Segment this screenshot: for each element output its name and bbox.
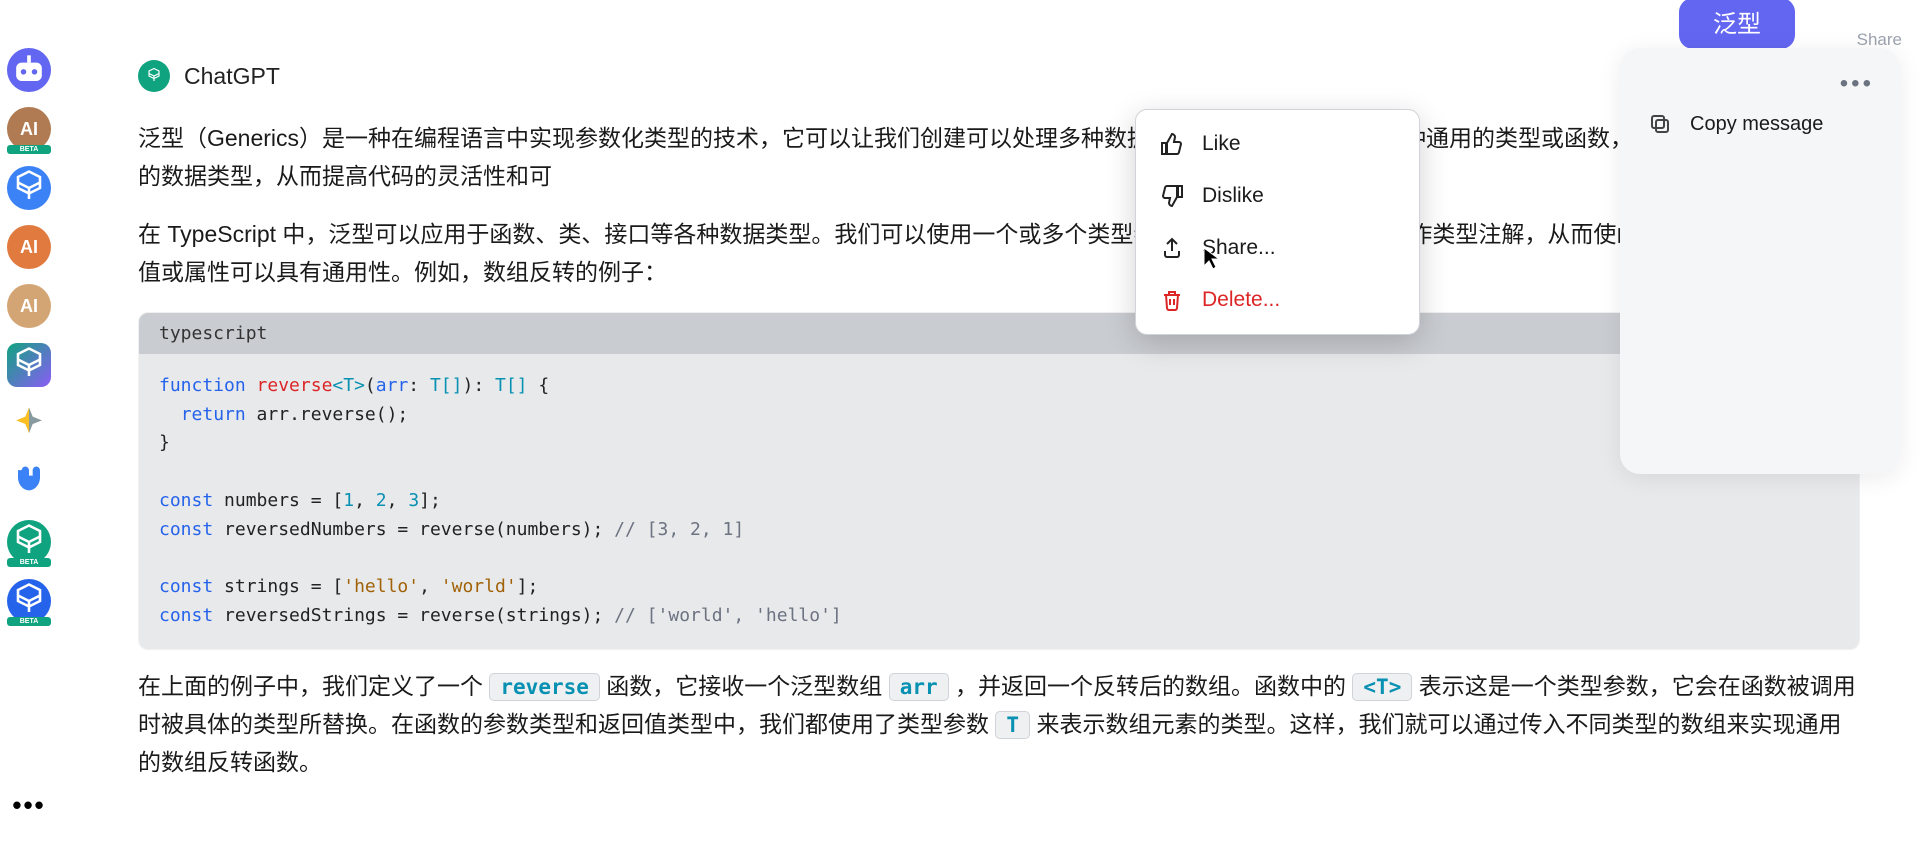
app-rail: AI BETA AI AI BETA BETA ••• (0, 0, 58, 857)
more-actions-button[interactable]: ••• (1620, 66, 1900, 104)
inline-code: <T> (1352, 673, 1412, 701)
rail-openai-green[interactable]: BETA (7, 520, 51, 564)
message-actions-panel: ••• Copy message (1620, 48, 1900, 474)
rail-llama-icon[interactable] (7, 461, 51, 505)
inline-code: arr (889, 673, 949, 701)
trash-icon (1160, 288, 1184, 312)
sender-avatar (138, 60, 170, 92)
copy-message-button[interactable]: Copy message (1620, 104, 1900, 144)
rail-openai-gradient[interactable] (7, 343, 51, 387)
code-body: function reverse<T>(arr: T[]): T[] { ret… (139, 354, 1859, 649)
rail-openai-blue2[interactable]: BETA (7, 579, 51, 623)
rail-openai-blue[interactable] (7, 166, 51, 210)
copy-icon (1648, 112, 1672, 136)
rail-flower-icon[interactable] (7, 402, 51, 446)
rail-ai-orange[interactable]: AI (7, 225, 51, 269)
rail-ai-brown[interactable]: AI BETA (7, 107, 51, 151)
llama-icon (7, 461, 51, 505)
inline-code: T (995, 711, 1030, 739)
rail-ai-tan[interactable]: AI (7, 284, 51, 328)
code-header: typescript Copy (139, 313, 1859, 354)
robot-icon (7, 48, 51, 92)
inline-code: reverse (489, 673, 600, 701)
context-menu: Like Dislike Share... Delete... (1135, 109, 1420, 335)
code-block: typescript Copy function reverse<T>(arr:… (138, 312, 1860, 650)
rail-more-button[interactable]: ••• (7, 783, 51, 827)
main-area: 泛型 Share ChatGPT 泛型（Generics）是一种在编程语言中实现… (58, 0, 1920, 857)
menu-share[interactable]: Share... (1136, 222, 1419, 274)
share-icon (1160, 236, 1184, 260)
topic-pill[interactable]: 泛型 (1679, 0, 1795, 49)
share-link[interactable]: Share (1857, 30, 1902, 50)
message-body: 泛型（Generics）是一种在编程语言中实现参数化类型的技术，它可以让我们创建… (138, 120, 1860, 782)
menu-dislike[interactable]: Dislike (1136, 170, 1419, 222)
message-sender: ChatGPT (138, 60, 1860, 92)
menu-delete[interactable]: Delete... (1136, 274, 1419, 326)
sparkle-icon (7, 402, 51, 446)
message-content: ChatGPT 泛型（Generics）是一种在编程语言中实现参数化类型的技术，… (138, 60, 1860, 857)
openai-icon (7, 343, 51, 387)
rail-bot-icon[interactable] (7, 48, 51, 92)
paragraph: 泛型（Generics）是一种在编程语言中实现参数化类型的技术，它可以让我们创建… (138, 120, 1860, 196)
sender-name: ChatGPT (184, 63, 280, 90)
menu-like[interactable]: Like (1136, 118, 1419, 170)
openai-icon (144, 66, 164, 86)
thumb-up-icon (1160, 132, 1184, 156)
thumb-down-icon (1160, 184, 1184, 208)
paragraph: 在 TypeScript 中，泛型可以应用于函数、类、接口等各种数据类型。我们可… (138, 216, 1860, 292)
openai-icon (7, 166, 51, 210)
paragraph: 在上面的例子中，我们定义了一个 reverse 函数，它接收一个泛型数组 arr… (138, 668, 1860, 782)
code-lang-label: typescript (159, 323, 267, 344)
